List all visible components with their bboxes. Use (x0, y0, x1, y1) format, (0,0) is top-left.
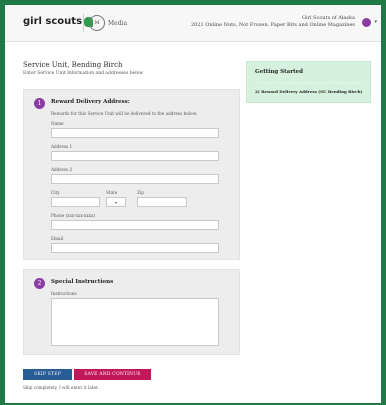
marketing-label: Media (108, 19, 128, 27)
header-divider (83, 14, 84, 32)
city-label: City (51, 190, 60, 195)
address1-label: Address 1 (51, 144, 73, 149)
page-title: Service Unit, Bending Birch (23, 61, 123, 69)
phone-label: Phone (xxx-xxx-xxxx) (51, 213, 96, 218)
state-select[interactable]: ▾ (106, 197, 126, 207)
zip-label: Zip (137, 190, 144, 195)
marketing-logo[interactable]: M Media (89, 15, 127, 31)
getting-started-step-2[interactable]: 2) Reward Delivery Address (SU Bending B… (255, 89, 362, 94)
email-field[interactable] (51, 243, 219, 253)
step-badge-2: 2 (34, 278, 45, 289)
zip-field[interactable] (137, 197, 187, 207)
logo-text: girl scouts (23, 16, 83, 27)
step-badge-1: 1 (34, 98, 45, 109)
chevron-down-icon[interactable]: ▾ (374, 19, 377, 25)
state-label: State (106, 190, 118, 195)
council-name: Girl Scouts of Alaska (301, 15, 355, 21)
getting-started-title: Getting Started (255, 69, 303, 75)
council-info: Girl Scouts of Alaska 2021 Online Nuts, … (191, 15, 355, 29)
instructions-textarea[interactable] (51, 298, 219, 346)
special-instructions-card: 2 Special Instructions Instructions (23, 269, 240, 355)
getting-started-step-1[interactable]: 1) Service Unit Contact Information (Ben… (255, 80, 362, 85)
city-field[interactable] (51, 197, 100, 207)
avatar[interactable] (362, 18, 371, 27)
name-field[interactable] (51, 128, 219, 138)
name-label: Name (51, 121, 64, 126)
reward-note: Rewards for this Service Unit will be de… (51, 111, 198, 116)
app-window: girl scouts M Media Girl Scouts of Alask… (5, 5, 381, 403)
marketing-mark-icon: M (89, 15, 105, 31)
skip-later-link[interactable]: Skip completely, I will enter it later. (23, 385, 99, 390)
address2-field[interactable] (51, 174, 219, 184)
instructions-label: Instructions (51, 291, 77, 296)
save-and-continue-button[interactable]: SAVE AND CONTINUE (74, 369, 151, 380)
reward-delivery-card: 1 Reward Delivery Address: Rewards for t… (23, 89, 240, 260)
instructions-heading: Special Instructions (51, 279, 114, 285)
phone-field[interactable] (51, 220, 219, 230)
getting-started-panel: Getting Started 1) Service Unit Contact … (246, 61, 371, 103)
program-name: 2021 Online Nuts, Not Frozen, Paper Bits… (190, 22, 355, 28)
page-subtitle: Enter Service Unit Information and addre… (23, 71, 144, 76)
address2-label: Address 2 (51, 167, 73, 172)
email-label: Email (51, 236, 64, 241)
address1-field[interactable] (51, 151, 219, 161)
top-header: girl scouts M Media Girl Scouts of Alask… (5, 5, 381, 42)
skip-step-button[interactable]: SKIP STEP (23, 369, 72, 380)
reward-heading: Reward Delivery Address: (51, 99, 130, 105)
